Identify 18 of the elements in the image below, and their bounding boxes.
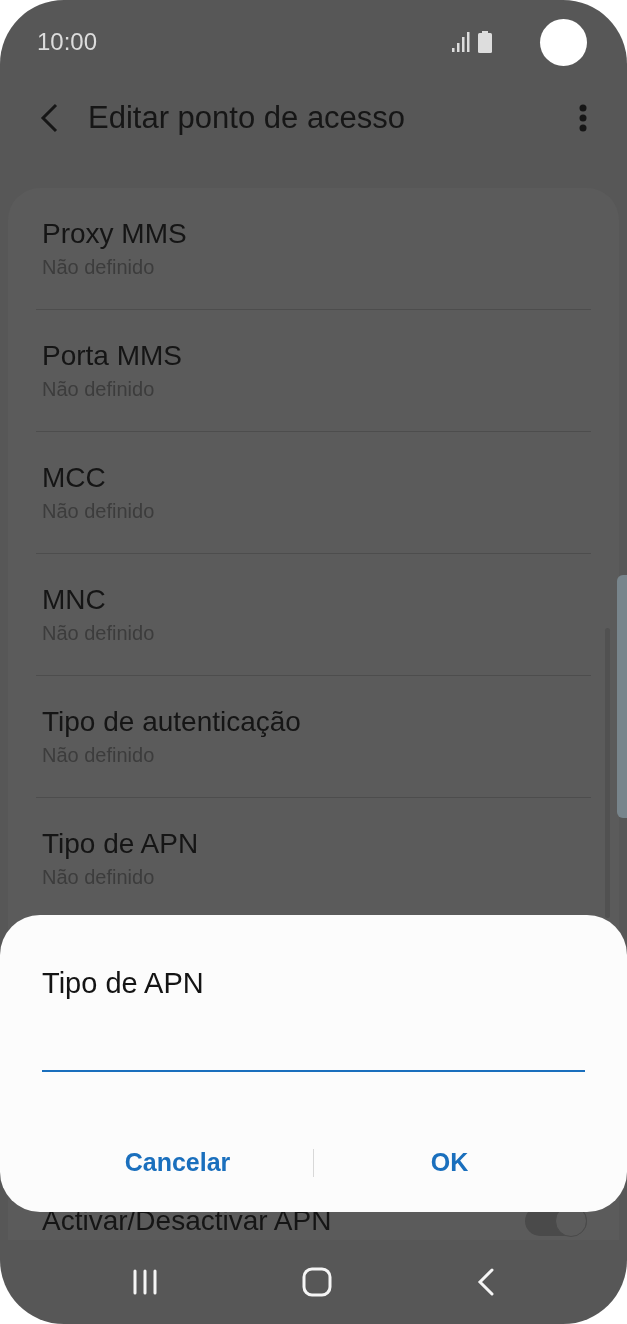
dialog-title: Tipo de APN — [42, 967, 205, 1000]
setting-title[interactable]: Proxy MMS — [42, 218, 591, 250]
setting-title[interactable]: MNC — [42, 584, 591, 616]
dialog-button[interactable]: OK — [314, 1140, 585, 1185]
camera-cutout — [540, 18, 587, 66]
setting-title[interactable]: Porta MMS — [42, 340, 591, 372]
recent-apps-icon[interactable] — [132, 1269, 159, 1295]
status-time: 10:00 — [37, 28, 99, 56]
more-options-icon[interactable] — [579, 104, 587, 132]
page-title: Editar ponto de acesso — [88, 100, 407, 136]
setting-title[interactable]: Tipo de APN — [42, 828, 591, 860]
dialog-button[interactable]: Cancelar — [42, 1140, 313, 1185]
signal-icon — [452, 32, 470, 52]
scroll-thumb[interactable] — [617, 575, 627, 818]
home-icon[interactable] — [302, 1267, 333, 1297]
battery-icon — [478, 31, 492, 53]
setting-title[interactable]: Tipo de autenticação — [42, 706, 591, 738]
setting-title[interactable]: MCC — [42, 462, 591, 494]
